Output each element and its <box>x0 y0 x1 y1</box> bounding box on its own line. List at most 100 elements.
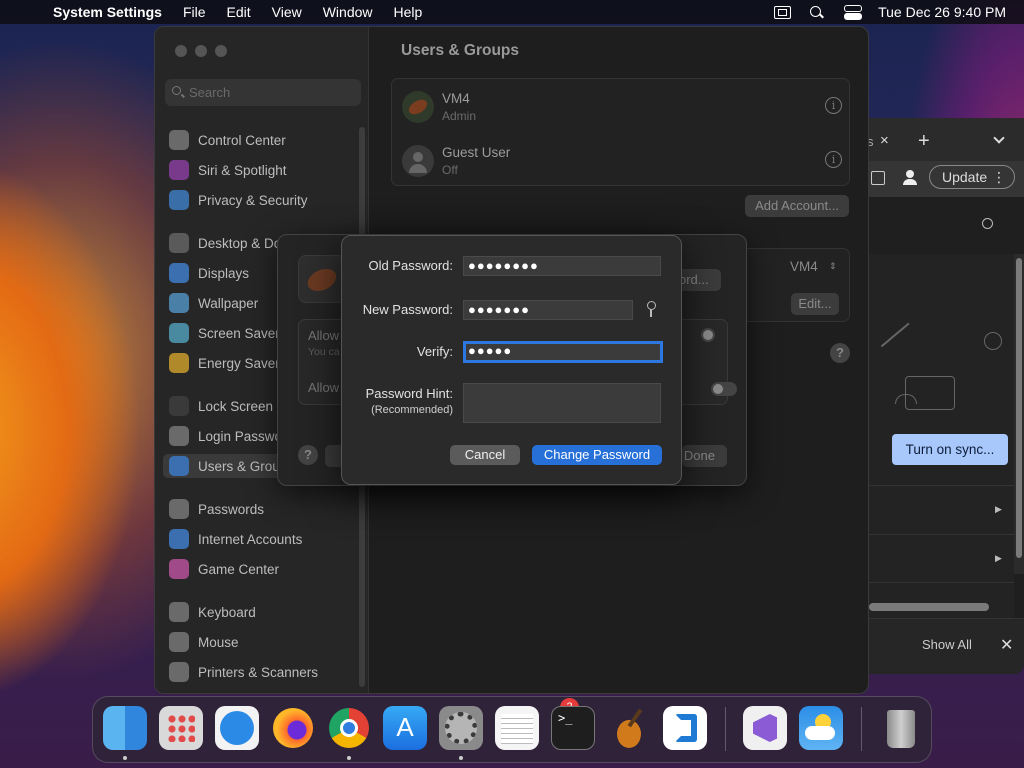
menu-app-name[interactable]: System Settings <box>53 4 162 20</box>
tab-title-fragment: s <box>869 134 874 149</box>
sidebar-item-mouse[interactable]: Mouse <box>169 630 361 654</box>
sidebar-item-printers-scanners[interactable]: Printers & Scanners <box>169 660 361 684</box>
option-sublabel: You ca <box>308 346 340 358</box>
browser-horizontal-scrollbar[interactable] <box>869 603 989 611</box>
menu-file[interactable]: File <box>183 4 206 20</box>
chevron-right-icon[interactable]: ▶ <box>995 504 1002 515</box>
turn-on-sync-button[interactable]: Turn on sync... <box>892 434 1008 465</box>
dock-trash-icon[interactable] <box>879 706 923 750</box>
password-assistant-key-icon[interactable] <box>645 301 657 317</box>
dock-safari-icon[interactable] <box>215 706 259 750</box>
guest-avatar-icon <box>402 145 434 177</box>
dock-finder-icon[interactable] <box>103 706 147 750</box>
menu-view[interactable]: View <box>272 4 302 20</box>
sidebar-item-siri-spotlight[interactable]: Siri & Spotlight <box>169 158 361 182</box>
screen-mirroring-icon[interactable] <box>774 5 792 19</box>
sidebar-item-label: Passwords <box>198 501 265 517</box>
update-button[interactable]: Update <box>929 165 1015 189</box>
illustration-circle <box>984 332 1002 350</box>
new-tab-icon[interactable]: + <box>918 130 930 153</box>
menu-bar: System Settings File Edit View Window He… <box>0 0 1024 24</box>
verify-field[interactable]: ●●●●● <box>463 341 663 363</box>
dock-launchpad-icon[interactable] <box>159 706 203 750</box>
new-password-field[interactable]: ●●●●●●● <box>463 300 633 320</box>
cancel-button[interactable]: Cancel <box>450 445 520 465</box>
mouse-icon <box>169 632 189 652</box>
option-label: Allow <box>308 328 340 343</box>
page-title: Users & Groups <box>401 42 520 59</box>
sidebar-item-privacy-security[interactable]: Privacy & Security <box>169 188 361 212</box>
dock-icon <box>169 233 189 253</box>
popup-arrows-icon: ⇕ <box>829 261 837 271</box>
illustration-laptop <box>905 376 955 410</box>
dock-app-store-icon[interactable]: A <box>383 706 427 750</box>
option-toggle[interactable] <box>701 328 715 342</box>
close-download-bar-icon[interactable]: ✕ <box>1000 635 1013 655</box>
tab-list-chevron-icon[interactable] <box>993 132 1005 144</box>
password-hint-field[interactable] <box>463 383 661 423</box>
sidebar-item-passwords[interactable]: Passwords <box>169 497 361 521</box>
user-row-vm4[interactable]: VM4 Admin i <box>402 85 842 129</box>
running-indicator <box>347 756 351 760</box>
dock-system-settings-icon[interactable] <box>439 706 483 750</box>
sidebar-item-control-center[interactable]: Control Center <box>169 128 361 152</box>
menu-help[interactable]: Help <box>394 4 423 20</box>
dock-weather-icon[interactable] <box>799 706 843 750</box>
dock-garageband-icon[interactable] <box>607 706 651 750</box>
sidebar-item-label: Lock Screen <box>198 398 274 414</box>
dock-terminal-icon[interactable]: >_ <box>551 706 595 750</box>
users-list: VM4 Admin i Guest User Off i <box>391 78 850 186</box>
menu-window[interactable]: Window <box>323 4 373 20</box>
info-icon[interactable]: i <box>825 97 842 114</box>
divider <box>869 534 1014 535</box>
auto-login-value[interactable]: VM4 <box>790 259 818 274</box>
download-bar: Show All ✕ <box>869 618 1024 674</box>
dock-firefox-icon[interactable] <box>271 706 315 750</box>
help-icon[interactable]: ? <box>298 445 318 465</box>
screensaver-icon <box>169 323 189 343</box>
dock: A 2 >_ <box>92 696 932 763</box>
show-all-button[interactable]: Show All <box>922 637 972 652</box>
profile-icon[interactable] <box>902 169 918 185</box>
keyboard-icon <box>169 602 189 622</box>
close-window-button[interactable] <box>175 45 187 57</box>
sidebar-item-label: Energy Saver <box>198 355 280 371</box>
control-center-icon[interactable] <box>844 5 863 20</box>
change-password-button[interactable]: Change Password <box>532 445 662 465</box>
new-password-label: New Password: <box>362 302 453 317</box>
add-account-button[interactable]: Add Account... <box>745 195 849 217</box>
dock-visual-studio-icon[interactable] <box>743 706 787 750</box>
old-password-field[interactable]: ●●●●●●●● <box>463 256 661 276</box>
password-hint-label: Password Hint: (Recommended) <box>366 386 453 416</box>
minimize-window-button[interactable] <box>195 45 207 57</box>
zoom-window-button[interactable] <box>215 45 227 57</box>
edit-button[interactable]: Edit... <box>791 293 839 315</box>
user-row-guest[interactable]: Guest User Off i <box>402 139 842 183</box>
lock-icon <box>169 396 189 416</box>
sidebar-item-keyboard[interactable]: Keyboard <box>169 600 361 624</box>
spotlight-icon[interactable] <box>809 5 826 19</box>
sheet-button-fragment[interactable] <box>325 445 341 467</box>
sidebar-toggle-icon[interactable] <box>871 171 885 185</box>
menu-edit[interactable]: Edit <box>227 4 251 20</box>
browser-vertical-scrollbar[interactable] <box>1014 254 1024 574</box>
sidebar-item-game-center[interactable]: Game Center <box>169 557 361 581</box>
sidebar-item-internet-accounts[interactable]: Internet Accounts <box>169 527 361 551</box>
chevron-right-icon[interactable]: ▶ <box>995 553 1002 564</box>
dock-chrome-icon[interactable] <box>327 706 371 750</box>
dock-separator <box>861 707 862 751</box>
change-password-dialog: Old Password: ●●●●●●●● New Password: ●●●… <box>341 235 682 485</box>
window-controls <box>175 45 227 57</box>
help-icon[interactable]: ? <box>830 343 850 363</box>
menu-clock[interactable]: Tue Dec 26 9:40 PM <box>878 4 1006 20</box>
option-toggle[interactable] <box>711 382 737 396</box>
dock-vscode-icon[interactable] <box>663 706 707 750</box>
dock-textedit-icon[interactable] <box>495 706 539 750</box>
info-icon[interactable]: i <box>825 151 842 168</box>
search-placeholder: Search <box>189 85 231 100</box>
sidebar-item-label: Screen Saver <box>198 325 280 341</box>
sidebar-search-input[interactable]: Search <box>165 79 361 106</box>
browser-search-icon[interactable] <box>982 218 993 229</box>
tab-close-icon[interactable]: × <box>880 132 889 149</box>
done-button[interactable]: Done <box>682 445 727 467</box>
